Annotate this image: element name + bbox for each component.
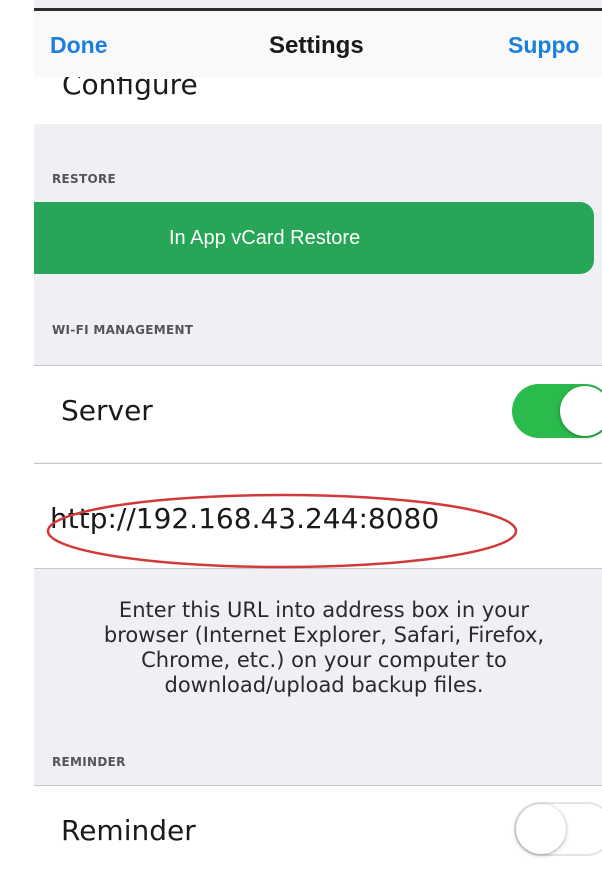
page-margin: [0, 0, 34, 875]
reminder-toggle[interactable]: [514, 802, 602, 856]
navigation-bar: Done Settings Suppo: [34, 11, 602, 77]
restore-section-header: RESTORE: [52, 172, 117, 186]
server-toggle[interactable]: [512, 384, 602, 438]
done-button[interactable]: Done: [50, 32, 108, 59]
vcard-restore-button[interactable]: In App vCard Restore: [14, 202, 594, 274]
red-ellipse-annotation: [46, 493, 518, 569]
toggle-knob: [516, 804, 566, 854]
settings-screen: Configure Done Settings Suppo RESTORE WI…: [34, 0, 602, 875]
wifi-section-header: WI-FI MANAGEMENT: [52, 323, 194, 337]
page-title: Settings: [269, 32, 364, 59]
support-button[interactable]: Suppo: [508, 32, 580, 59]
vcard-restore-button-label: In App vCard Restore: [169, 227, 361, 249]
server-label: Server: [61, 394, 153, 427]
instructions-text: Enter this URL into address box in your …: [103, 598, 545, 697]
reminder-label: Reminder: [61, 814, 196, 847]
server-row: Server: [34, 366, 602, 462]
reminder-row: Reminder: [34, 786, 602, 875]
toggle-knob: [560, 386, 602, 436]
reminder-section-header: REMINDER: [52, 755, 126, 769]
